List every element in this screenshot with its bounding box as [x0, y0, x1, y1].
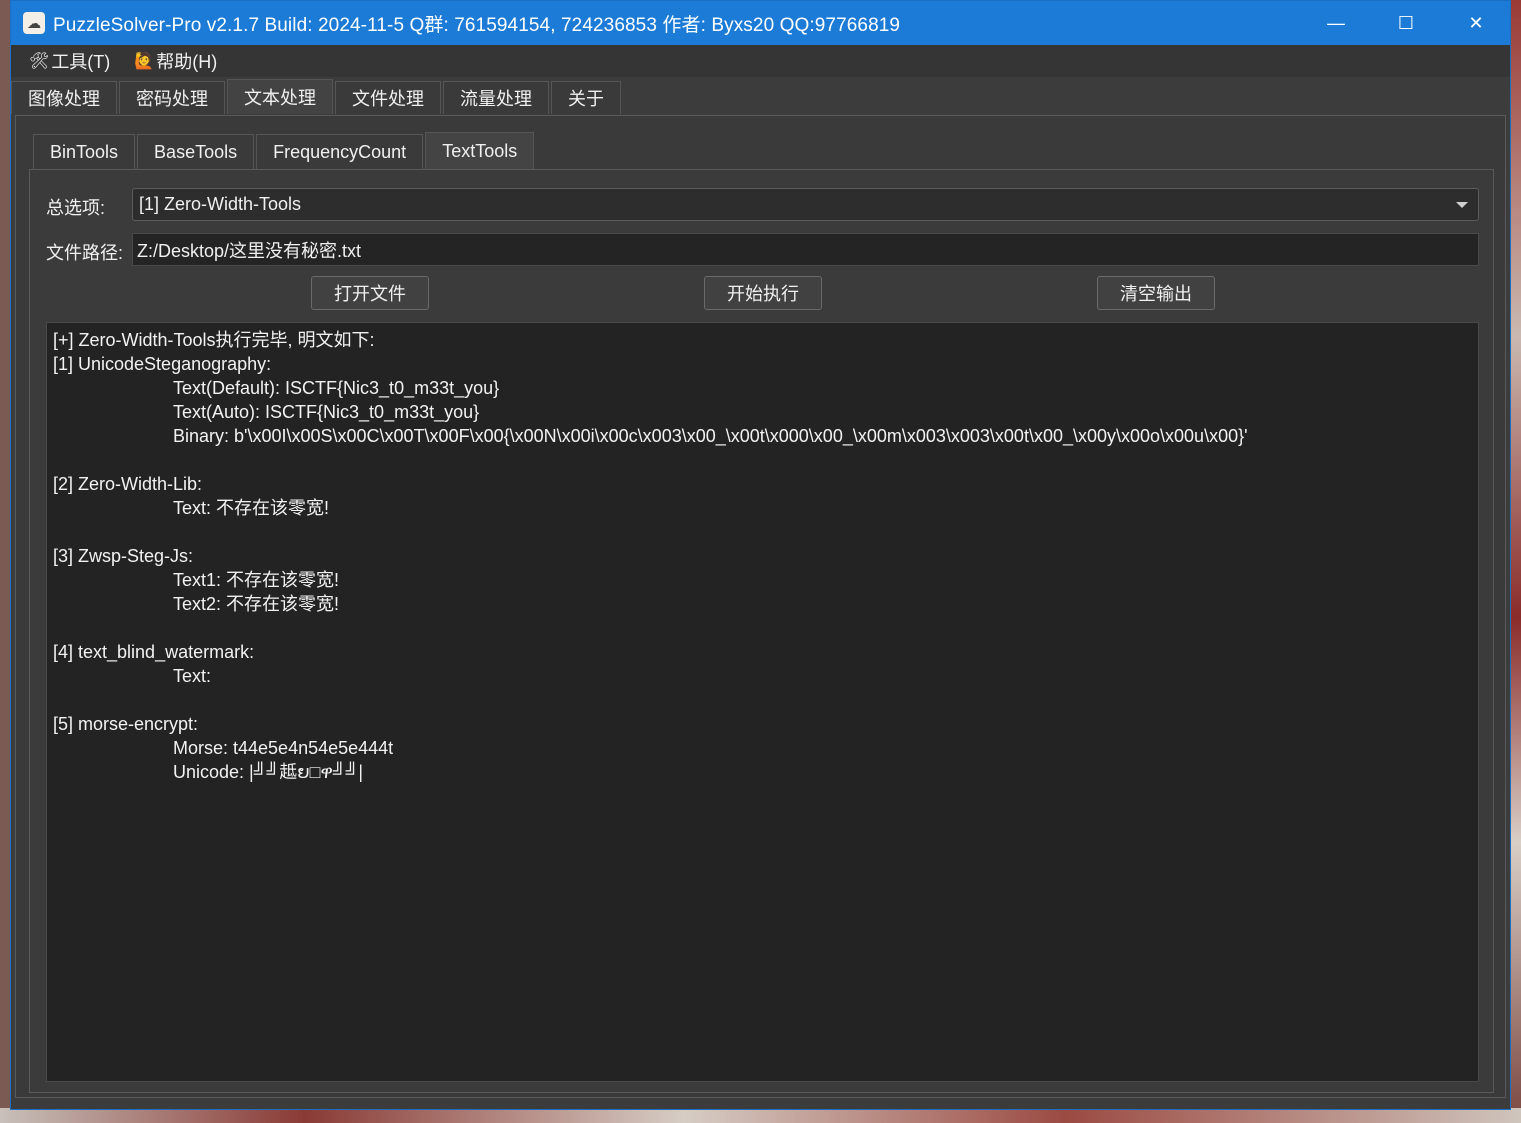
- clear-output-button[interactable]: 清空输出: [1097, 276, 1215, 310]
- sub-tab-bar: BinTools BaseTools FrequencyCount TextTo…: [33, 132, 536, 170]
- close-icon: ✕: [1468, 12, 1484, 33]
- tab-about[interactable]: 关于: [551, 81, 621, 114]
- text-processing-panel: BinTools BaseTools FrequencyCount TextTo…: [15, 115, 1506, 1098]
- output-line: Morse: t44e5e4n54e5e444t: [173, 738, 394, 758]
- close-button[interactable]: ✕: [1441, 1, 1511, 45]
- output-line: Text(Default): ISCTF{Nic3_t0_m33t_you}: [173, 378, 500, 398]
- menu-help-label: 帮助(H): [156, 52, 218, 72]
- open-file-button[interactable]: 打开文件: [311, 276, 429, 310]
- chevron-down-icon: [1456, 202, 1468, 208]
- subtab-basetools[interactable]: BaseTools: [137, 134, 255, 169]
- output-line: [2] Zero-Width-Lib:: [53, 474, 203, 494]
- app-window: ☁ PuzzleSolver-Pro v2.1.7 Build: 2024-11…: [10, 0, 1511, 1110]
- output-line: Text2: 不存在该零宽!: [173, 594, 340, 614]
- output-line: [3] Zwsp-Steg-Js:: [53, 546, 194, 566]
- menu-tools[interactable]: 🛠 工具(T): [29, 48, 110, 74]
- output-line: [4] text_blind_watermark:: [53, 642, 255, 662]
- menu-tools-label: 工具(T): [51, 52, 111, 72]
- texttools-panel: 总选项: [1] Zero-Width-Tools 文件路径: Z:/Deskt…: [29, 169, 1494, 1093]
- help-person-icon: 🙋: [134, 53, 155, 70]
- desktop-background-bottom: [0, 1108, 1521, 1123]
- tools-icon: 🛠: [29, 53, 50, 70]
- window-title: PuzzleSolver-Pro v2.1.7 Build: 2024-11-5…: [53, 14, 901, 36]
- output-line: Text: 不存在该零宽!: [173, 498, 330, 518]
- subtab-frequencycount[interactable]: FrequencyCount: [256, 134, 424, 169]
- output-line: Binary: b'\x00I\x00S\x00C\x00T\x00F\x00{…: [173, 426, 1248, 446]
- title-bar[interactable]: ☁ PuzzleSolver-Pro v2.1.7 Build: 2024-11…: [11, 1, 1510, 45]
- minimize-icon: —: [1327, 12, 1345, 33]
- file-path-input[interactable]: Z:/Desktop/这里没有秘密.txt: [132, 233, 1479, 266]
- menu-bar: 🛠 工具(T) 🙋 帮助(H): [11, 45, 1510, 77]
- option-select-value: [1] Zero-Width-Tools: [139, 194, 302, 214]
- maximize-button[interactable]: ☐: [1371, 1, 1441, 45]
- option-select[interactable]: [1] Zero-Width-Tools: [132, 188, 1479, 221]
- output-line: Text1: 不存在该零宽!: [173, 570, 340, 590]
- tab-file[interactable]: 文件处理: [335, 81, 441, 114]
- output-line: [1] UnicodeSteganography:: [53, 354, 272, 374]
- output-textarea[interactable]: [+] Zero-Width-Tools执行完毕, 明文如下: [1] Unico…: [46, 322, 1479, 1082]
- desktop-background-right: [1511, 0, 1521, 1123]
- output-line: Unicode: |╝╝趆ຍ□ዋ╝╝|: [173, 762, 364, 782]
- file-path-value: Z:/Desktop/这里没有秘密.txt: [137, 240, 362, 261]
- menu-help[interactable]: 🙋 帮助(H): [134, 48, 217, 74]
- output-line: Text:: [173, 666, 212, 686]
- tab-traffic[interactable]: 流量处理: [443, 81, 549, 114]
- minimize-button[interactable]: —: [1301, 1, 1371, 45]
- subtab-bintools[interactable]: BinTools: [33, 134, 136, 169]
- main-tab-bar: 图像处理 密码处理 文本处理 文件处理 流量处理 关于: [11, 79, 623, 115]
- tab-text[interactable]: 文本处理: [227, 79, 333, 114]
- app-sheep-icon: ☁: [23, 12, 45, 34]
- tab-image[interactable]: 图像处理: [11, 81, 117, 114]
- output-line: [+] Zero-Width-Tools执行完毕, 明文如下:: [53, 330, 375, 350]
- run-button[interactable]: 开始执行: [704, 276, 822, 310]
- path-label: 文件路径:: [46, 243, 124, 263]
- output-line: [5] morse-encrypt:: [53, 714, 199, 734]
- subtab-texttools[interactable]: TextTools: [425, 132, 535, 169]
- option-label: 总选项:: [46, 198, 106, 218]
- output-line: Text(Auto): ISCTF{Nic3_t0_m33t_you}: [173, 402, 480, 422]
- tab-crypto[interactable]: 密码处理: [119, 81, 225, 114]
- maximize-icon: ☐: [1397, 12, 1415, 33]
